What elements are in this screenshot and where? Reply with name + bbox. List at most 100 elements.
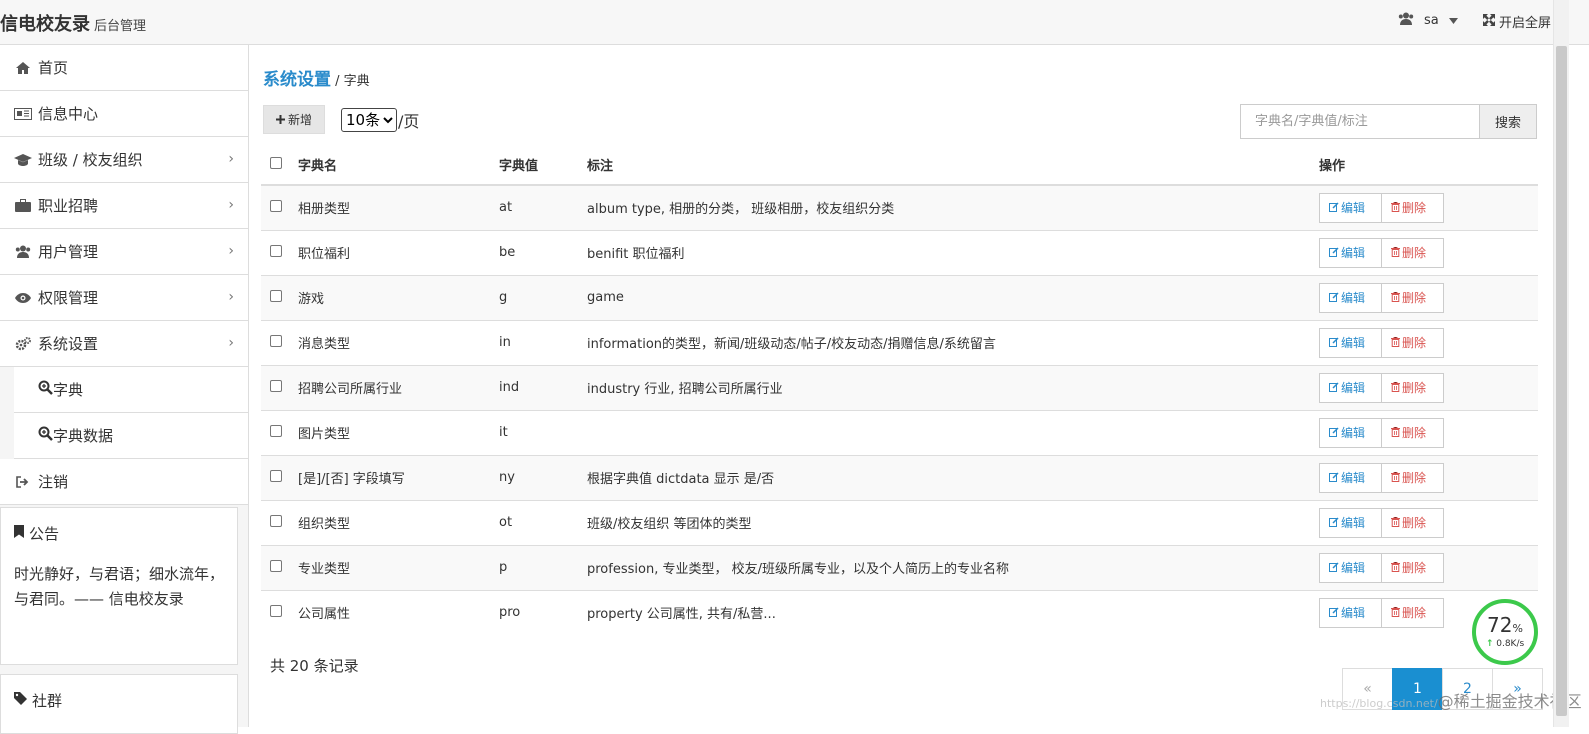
dict-note-cell: game — [587, 290, 624, 305]
edit-icon — [1329, 291, 1339, 305]
dict-note-cell: 班级/校友组织 等团体的类型 — [587, 517, 752, 532]
network-speed-widget[interactable]: 72% ↑ 0.8K/s — [1472, 599, 1538, 665]
table-row: 组织类型 ot 班级/校友组织 等团体的类型 编辑 删除 — [261, 500, 1538, 545]
edit-icon — [1329, 381, 1339, 395]
row-select-cell — [261, 500, 298, 545]
delete-button[interactable]: 删除 — [1382, 462, 1444, 493]
username: sa — [1424, 13, 1439, 28]
sidebar-item-home[interactable]: 首页 — [0, 45, 248, 91]
trash-icon — [1391, 561, 1400, 575]
delete-button[interactable]: 删除 — [1382, 192, 1444, 223]
sidebar-item-info-center[interactable]: 信息中心 — [0, 91, 248, 137]
community-title: 社群 — [32, 691, 63, 710]
edit-button[interactable]: 编辑 — [1319, 597, 1382, 628]
actions-cell: 编辑 删除 — [1319, 545, 1538, 590]
watermark-faint-url: https://blog.csdn.net/ — [1320, 697, 1438, 710]
row-actions: 编辑 删除 — [1319, 417, 1538, 448]
row-checkbox[interactable] — [270, 514, 282, 527]
expand-icon — [1483, 13, 1495, 30]
edit-button[interactable]: 编辑 — [1319, 507, 1382, 538]
delete-button[interactable]: 删除 — [1382, 237, 1444, 268]
select-all-checkbox[interactable] — [270, 156, 282, 169]
delete-label: 删除 — [1402, 471, 1427, 485]
delete-button[interactable]: 删除 — [1382, 327, 1444, 358]
actions-cell: 编辑 删除 — [1319, 500, 1538, 545]
row-checkbox[interactable] — [270, 199, 282, 212]
sidebar-item-users[interactable]: 用户管理 › — [0, 229, 248, 275]
edit-button[interactable]: 编辑 — [1319, 282, 1382, 313]
sidebar-item-jobs[interactable]: 职业招聘 › — [0, 183, 248, 229]
row-checkbox[interactable] — [270, 469, 282, 482]
user-menu[interactable]: sa — [1398, 12, 1458, 29]
delete-button[interactable]: 删除 — [1382, 507, 1444, 538]
breadcrumb-parent[interactable]: 系统设置 — [263, 70, 331, 90]
delete-button[interactable]: 删除 — [1382, 372, 1444, 403]
chevron-right-icon: › — [228, 289, 234, 305]
edit-button[interactable]: 编辑 — [1319, 417, 1382, 448]
row-checkbox[interactable] — [270, 604, 282, 617]
sidebar-item-class-org[interactable]: 班级 / 校友组织 › — [0, 137, 248, 183]
delete-label: 删除 — [1402, 246, 1427, 260]
actions-cell: 编辑 删除 — [1319, 185, 1538, 230]
total-records: 共 20 条记录 — [270, 657, 359, 675]
table-body: 相册类型 at album type, 相册的分类， 班级相册，校友组织分类 编辑 删除… — [261, 185, 1538, 635]
row-actions: 编辑 删除 — [1319, 327, 1538, 358]
dict-value-cell: at — [499, 200, 513, 216]
edit-label: 编辑 — [1341, 471, 1366, 485]
table-row: 招聘公司所属行业 ind industry 行业, 招聘公司所属行业 编辑 删除 — [261, 365, 1538, 410]
delete-button[interactable]: 删除 — [1382, 597, 1444, 628]
delete-button[interactable]: 删除 — [1382, 282, 1444, 313]
users-icon — [1398, 12, 1414, 29]
actions-cell: 编辑 删除 — [1319, 455, 1538, 500]
actions-cell: 编辑 删除 — [1319, 365, 1538, 410]
search-button[interactable]: 搜索 — [1479, 104, 1537, 139]
edit-button[interactable]: 编辑 — [1319, 462, 1382, 493]
edit-button[interactable]: 编辑 — [1319, 237, 1382, 268]
brand-title: 信电校友录 — [0, 14, 90, 35]
row-select-cell — [261, 455, 298, 500]
sidebar-item-system-settings[interactable]: 系统设置 › — [0, 321, 248, 367]
dictionary-table: 字典名 字典值 标注 操作 相册类型 at album type, 相册的分类， 班… — [261, 145, 1538, 635]
row-checkbox[interactable] — [270, 334, 282, 347]
sidebar-subitem-dictionary[interactable]: 字典 — [14, 367, 248, 413]
delete-label: 删除 — [1402, 291, 1427, 305]
search-input[interactable] — [1240, 104, 1480, 139]
fullscreen-toggle[interactable]: 开启全屏 — [1483, 12, 1551, 31]
row-checkbox[interactable] — [270, 424, 282, 437]
edit-button[interactable]: 编辑 — [1319, 192, 1382, 223]
dict-name-cell: 组织类型 — [298, 517, 351, 532]
row-checkbox[interactable] — [270, 559, 282, 572]
sidebar-item-label: 权限管理 — [38, 289, 99, 307]
row-checkbox[interactable] — [270, 244, 282, 257]
sidebar-item-logout[interactable]: 注销 — [0, 459, 248, 505]
edit-button[interactable]: 编辑 — [1319, 372, 1382, 403]
page-size-select[interactable]: 10条 — [341, 107, 397, 132]
scrollbar[interactable] — [1553, 0, 1569, 727]
chevron-right-icon: › — [228, 335, 234, 351]
edit-button[interactable]: 编辑 — [1319, 327, 1382, 358]
dict-name-cell: 专业类型 — [298, 562, 351, 577]
row-checkbox[interactable] — [270, 289, 282, 302]
table-row: 消息类型 in information的类型，新闻/班级动态/帖子/校友动态/捐赠信… — [261, 320, 1538, 365]
row-checkbox[interactable] — [270, 379, 282, 392]
trash-icon — [1391, 426, 1400, 440]
notice-panel: 公告 时光静好，与君语；细水流年，与君同。—— 信电校友录 — [0, 507, 238, 665]
edit-label: 编辑 — [1341, 426, 1366, 440]
newspaper-icon — [14, 107, 32, 120]
dict-value-cell: ny — [499, 470, 515, 485]
edit-label: 编辑 — [1341, 381, 1366, 395]
trash-icon — [1391, 291, 1400, 305]
delete-button[interactable]: 删除 — [1382, 552, 1444, 583]
sidebar-subitem-dictionary-data[interactable]: 字典数据 — [14, 413, 248, 459]
edit-label: 编辑 — [1341, 516, 1366, 530]
tag-icon — [14, 691, 27, 709]
row-select-cell — [261, 410, 298, 455]
scrollbar-thumb[interactable] — [1556, 46, 1567, 716]
notice-body: 时光静好，与君语；细水流年，与君同。—— 信电校友录 — [14, 565, 225, 608]
row-select-cell — [261, 275, 298, 320]
sidebar-item-permissions[interactable]: 权限管理 › — [0, 275, 248, 321]
edit-button[interactable]: 编辑 — [1319, 552, 1382, 583]
brand[interactable]: 信电校友录 后台管理 — [0, 10, 146, 36]
add-button[interactable]: 新增 — [263, 105, 325, 134]
delete-button[interactable]: 删除 — [1382, 417, 1444, 448]
